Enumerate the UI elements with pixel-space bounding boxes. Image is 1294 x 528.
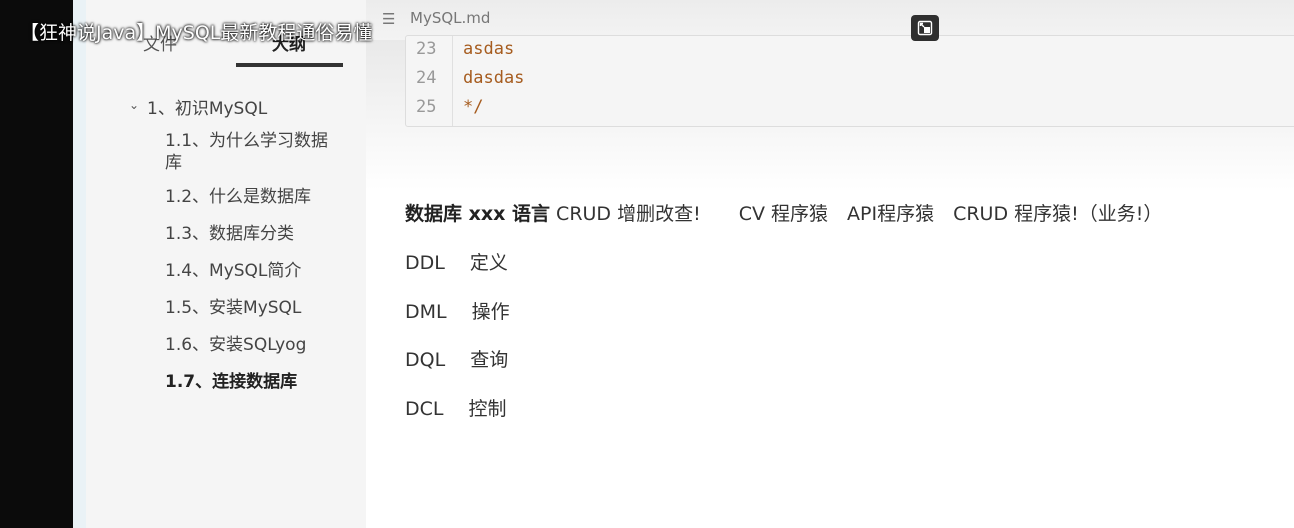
outline-item-1-3[interactable]: 1.3、数据库分类 bbox=[165, 223, 294, 245]
active-tab-indicator bbox=[236, 63, 343, 67]
left-black-margin bbox=[0, 0, 73, 528]
paragraph-dcl: DCL 控制 bbox=[405, 398, 507, 420]
outline-item-1-4[interactable]: 1.4、MySQL简介 bbox=[165, 260, 301, 282]
file-name: MySQL.md bbox=[410, 9, 491, 27]
outline-item-1-1-wrap[interactable]: 库 bbox=[165, 152, 182, 174]
code-line: */ bbox=[463, 97, 484, 117]
chevron-down-icon[interactable]: ⌄ bbox=[129, 98, 139, 112]
line-number: 23 bbox=[416, 39, 437, 59]
code-block[interactable]: 23 asdas 24 dasdas 25 */ bbox=[405, 35, 1294, 127]
code-line: asdas bbox=[463, 39, 515, 59]
paragraph-text: CRUD 增删改查! CV 程序猿 API程序猿 CRUD 程序猿!（业务!） bbox=[556, 203, 1163, 225]
line-number: 25 bbox=[416, 97, 437, 117]
outline-item-1-6[interactable]: 1.6、安装SQLyog bbox=[165, 334, 306, 356]
outline-item-1-2[interactable]: 1.2、什么是数据库 bbox=[165, 186, 311, 208]
bold-heading-text: 数据库 xxx 语言 bbox=[405, 203, 550, 225]
sidebar-strip bbox=[73, 0, 86, 528]
paragraph-dql: DQL 查询 bbox=[405, 349, 509, 371]
outline-item-1-7[interactable]: 1.7、连接数据库 bbox=[165, 371, 297, 393]
code-line: dasdas bbox=[463, 68, 525, 88]
outline-item-1[interactable]: 1、初识MySQL bbox=[147, 98, 267, 120]
line-number: 24 bbox=[416, 68, 437, 88]
sidebar: 文件 大纲 ⌄ 1、初识MySQL 1.1、为什么学习数据 库 1.2、什么是数… bbox=[73, 0, 367, 528]
outline-item-1-1[interactable]: 1.1、为什么学习数据 bbox=[165, 130, 328, 152]
exit-picture-in-picture-icon bbox=[917, 20, 933, 36]
file-bar: ☰ MySQL.md bbox=[366, 0, 1294, 40]
exit-picture-in-picture-button[interactable] bbox=[911, 15, 939, 41]
video-title-overlay: 【狂神说Java】MySQL最新教程通俗易懂 bbox=[20, 22, 373, 44]
paragraph-ddl: DDL 定义 bbox=[405, 252, 508, 274]
paragraph-languages: 数据库 xxx 语言 CRUD 增删改查! CV 程序猿 API程序猿 CRUD… bbox=[405, 199, 1162, 226]
paragraph-dml: DML 操作 bbox=[405, 301, 510, 323]
outline-item-1-5[interactable]: 1.5、安装MySQL bbox=[165, 297, 301, 319]
hamburger-icon[interactable]: ☰ bbox=[382, 10, 395, 28]
editor-main: ☰ MySQL.md 23 asdas 24 dasdas 25 */ 数据库 … bbox=[366, 0, 1294, 528]
